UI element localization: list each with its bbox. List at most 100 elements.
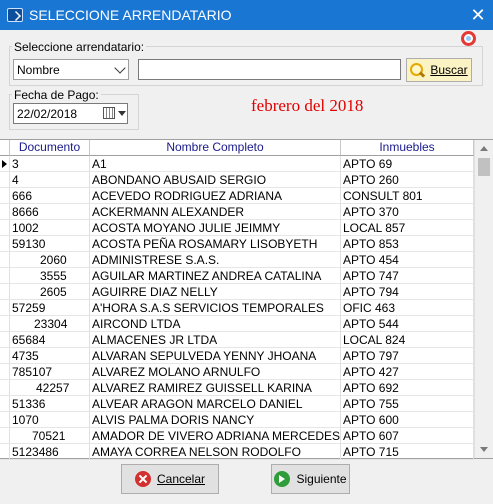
table-row[interactable]: 4 ABONDANO ABUSAID SERGIO APTO 260 <box>0 172 474 188</box>
table-row[interactable]: 59130 ACOSTA PEÑA ROSAMARY LISOBYETH APTO … <box>0 236 474 252</box>
cell-nombre[interactable]: ACOSTA PEÑA ROSAMARY LISOBYETH <box>90 236 341 252</box>
cell-documento[interactable]: 2060 <box>10 252 90 268</box>
cell-documento[interactable]: 785107 <box>10 364 90 380</box>
table-row[interactable]: 2605 AGUIRRE DIAZ NELLY APTO 794 <box>0 284 474 300</box>
column-header-documento[interactable]: Documento <box>10 140 90 156</box>
cell-nombre[interactable]: A1 <box>90 156 341 172</box>
cell-nombre[interactable]: AMAYA CORREA NELSON RODOLFO <box>90 444 341 460</box>
row-selector[interactable] <box>0 204 10 220</box>
payment-date-picker[interactable]: 22/02/2018 <box>13 103 128 124</box>
cell-documento[interactable]: 65684 <box>10 332 90 348</box>
cell-nombre[interactable]: ACKERMANN ALEXANDER <box>90 204 341 220</box>
cell-inmuebles[interactable]: APTO 454 <box>341 252 474 268</box>
cell-documento[interactable]: 3555 <box>10 268 90 284</box>
cell-documento[interactable]: 2605 <box>10 284 90 300</box>
table-row[interactable]: 70521 AMADOR DE VIVERO ADRIANA MERCEDES AP… <box>0 428 474 444</box>
table-row[interactable]: 666 ACEVEDO RODRIGUEZ ADRIANA CONSULT 801 <box>0 188 474 204</box>
table-row[interactable]: 1002 ACOSTA MOYANO JULIE JEIMMY LOCAL 857 <box>0 220 474 236</box>
scroll-thumb[interactable] <box>478 158 490 176</box>
table-row[interactable]: 8666 ACKERMANN ALEXANDER APTO 370 <box>0 204 474 220</box>
table-row[interactable]: 42257 ALVAREZ RAMIREZ GUISSELL KARINA APTO… <box>0 380 474 396</box>
cancel-button[interactable]: Cancelar <box>121 464 219 494</box>
cell-nombre[interactable]: ALVEAR ARAGON MARCELO DANIEL <box>90 396 341 412</box>
cell-inmuebles[interactable]: APTO 370 <box>341 204 474 220</box>
table-row[interactable]: 3555 AGUILAR MARTINEZ ANDREA CATALINA APTO… <box>0 268 474 284</box>
row-selector[interactable] <box>0 300 10 316</box>
cell-inmuebles[interactable]: APTO 797 <box>341 348 474 364</box>
cell-inmuebles[interactable]: LOCAL 857 <box>341 220 474 236</box>
table-row[interactable]: 1070 ALVIS PALMA DORIS NANCY APTO 600 <box>0 412 474 428</box>
cell-nombre[interactable]: ALMACENES JR LTDA <box>90 332 341 348</box>
row-selector[interactable] <box>0 172 10 188</box>
cell-nombre[interactable]: ALVARAN SEPULVEDA YENNY JHOANA <box>90 348 341 364</box>
cell-nombre[interactable]: ACOSTA MOYANO JULIE JEIMMY <box>90 220 341 236</box>
cell-nombre[interactable]: ALVAREZ RAMIREZ GUISSELL KARINA <box>90 380 341 396</box>
cell-nombre[interactable]: AMADOR DE VIVERO ADRIANA MERCEDES <box>90 428 341 444</box>
row-selector[interactable] <box>0 268 10 284</box>
cell-documento[interactable]: 4 <box>10 172 90 188</box>
cell-documento[interactable]: 57259 <box>10 300 90 316</box>
cell-documento[interactable]: 4735 <box>10 348 90 364</box>
row-selector[interactable] <box>0 444 10 460</box>
cell-documento[interactable]: 8666 <box>10 204 90 220</box>
cell-documento[interactable]: 1070 <box>10 412 90 428</box>
cell-nombre[interactable]: ALVAREZ MOLANO ARNULFO <box>90 364 341 380</box>
close-icon[interactable]: ✕ <box>463 0 493 30</box>
cell-inmuebles[interactable]: LOCAL 824 <box>341 332 474 348</box>
table-row[interactable]: 23304 AIRCOND LTDA APTO 544 <box>0 316 474 332</box>
search-button[interactable]: Buscar <box>406 58 472 82</box>
search-field-select[interactable]: Nombre <box>13 59 129 80</box>
column-header-inmuebles[interactable]: Inmuebles <box>341 140 474 156</box>
help-lifebuoy-icon[interactable] <box>461 31 476 46</box>
row-selector[interactable] <box>0 316 10 332</box>
cell-inmuebles[interactable]: APTO 747 <box>341 268 474 284</box>
cell-nombre[interactable]: AIRCOND LTDA <box>90 316 341 332</box>
cell-nombre[interactable]: ACEVEDO RODRIGUEZ ADRIANA <box>90 188 341 204</box>
row-selector[interactable] <box>0 284 10 300</box>
cell-documento[interactable]: 5123486 <box>10 444 90 460</box>
cell-nombre[interactable]: ABONDANO ABUSAID SERGIO <box>90 172 341 188</box>
cell-nombre[interactable]: ALVIS PALMA DORIS NANCY <box>90 412 341 428</box>
table-row[interactable]: 4735 ALVARAN SEPULVEDA YENNY JHOANA APTO 7… <box>0 348 474 364</box>
cell-inmuebles[interactable]: CONSULT 801 <box>341 188 474 204</box>
cell-documento[interactable]: 51336 <box>10 396 90 412</box>
cell-inmuebles[interactable]: APTO 260 <box>341 172 474 188</box>
cell-inmuebles[interactable]: APTO 853 <box>341 236 474 252</box>
cell-inmuebles[interactable]: APTO 715 <box>341 444 474 460</box>
cell-documento[interactable]: 23304 <box>10 316 90 332</box>
cell-inmuebles[interactable]: APTO 69 <box>341 156 474 172</box>
row-selector[interactable] <box>0 156 10 172</box>
title-bar[interactable]: SELECCIONE ARRENDATARIO ✕ <box>0 0 493 30</box>
table-row[interactable]: 2060 ADMINISTRESE S.A.S. APTO 454 <box>0 252 474 268</box>
row-selector[interactable] <box>0 252 10 268</box>
cell-documento[interactable]: 1002 <box>10 220 90 236</box>
cell-nombre[interactable]: A'HORA S.A.S SERVICIOS TEMPORALES <box>90 300 341 316</box>
table-row[interactable]: 51336 ALVEAR ARAGON MARCELO DANIEL APTO 75… <box>0 396 474 412</box>
search-input[interactable] <box>138 59 401 80</box>
cell-nombre[interactable]: AGUILAR MARTINEZ ANDREA CATALINA <box>90 268 341 284</box>
column-header-nombre[interactable]: Nombre Completo <box>90 140 341 156</box>
cell-inmuebles[interactable]: APTO 427 <box>341 364 474 380</box>
table-row[interactable]: 65684 ALMACENES JR LTDA LOCAL 824 <box>0 332 474 348</box>
row-selector[interactable] <box>0 220 10 236</box>
cell-inmuebles[interactable]: APTO 794 <box>341 284 474 300</box>
cell-nombre[interactable]: AGUIRRE DIAZ NELLY <box>90 284 341 300</box>
row-selector[interactable] <box>0 396 10 412</box>
cell-inmuebles[interactable]: APTO 607 <box>341 428 474 444</box>
scroll-up-icon[interactable] <box>480 146 488 151</box>
table-row[interactable]: 3 A1 APTO 69 <box>0 156 474 172</box>
cell-inmuebles[interactable]: APTO 692 <box>341 380 474 396</box>
table-row[interactable]: 57259 A'HORA S.A.S SERVICIOS TEMPORALES OF… <box>0 300 474 316</box>
cell-documento[interactable]: 42257 <box>10 380 90 396</box>
cell-inmuebles[interactable]: OFIC 463 <box>341 300 474 316</box>
vertical-scrollbar[interactable] <box>474 140 493 458</box>
cell-documento[interactable]: 59130 <box>10 236 90 252</box>
row-selector[interactable] <box>0 332 10 348</box>
row-selector[interactable] <box>0 236 10 252</box>
next-button[interactable]: Siguiente <box>271 464 350 494</box>
row-selector[interactable] <box>0 380 10 396</box>
row-selector[interactable] <box>0 412 10 428</box>
scroll-down-icon[interactable] <box>480 447 488 452</box>
table-row[interactable]: 5123486 AMAYA CORREA NELSON RODOLFO APTO 7… <box>0 444 474 460</box>
cell-inmuebles[interactable]: APTO 600 <box>341 412 474 428</box>
